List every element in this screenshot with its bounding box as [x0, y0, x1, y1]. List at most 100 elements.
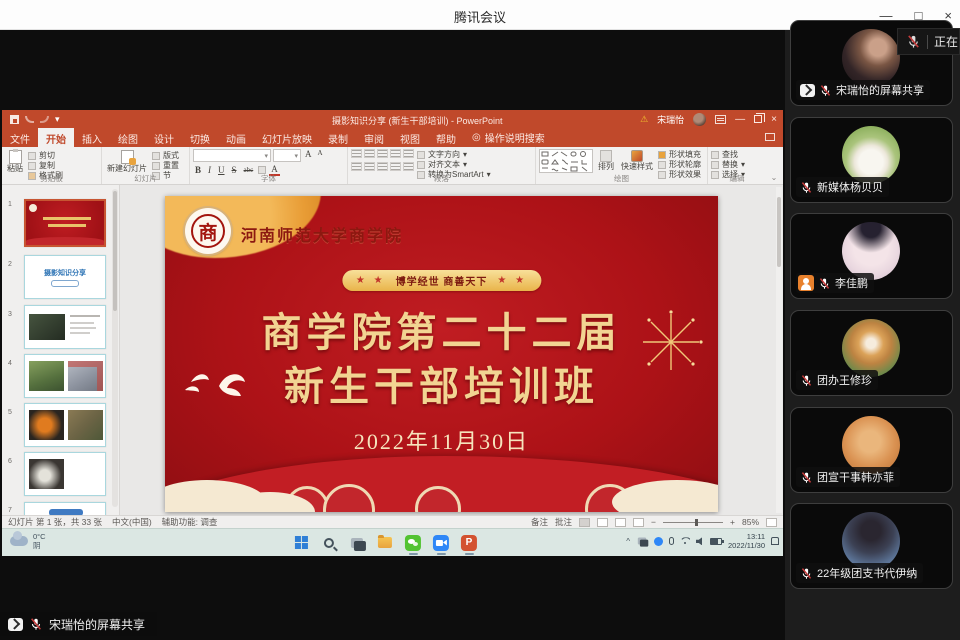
participant-tile-6[interactable]: 22年级团支书代伊纳 — [790, 503, 953, 589]
battery-icon[interactable] — [710, 538, 722, 545]
tray-meeting-icon[interactable] — [654, 537, 663, 546]
taskbar-clock[interactable]: 13:112022/11/30 — [728, 532, 765, 551]
arrange-button[interactable]: 排列 — [596, 149, 616, 175]
align-left-icon[interactable] — [351, 162, 362, 171]
powerpoint-button[interactable]: P — [458, 532, 479, 553]
language-indicator[interactable]: 中文(中国) — [112, 516, 152, 528]
canvas-scrollbar[interactable] — [776, 187, 782, 513]
align-text-button[interactable]: 对齐文本▾ — [417, 160, 491, 169]
notes-button[interactable]: 备注 — [531, 516, 548, 528]
indent-increase-icon[interactable] — [390, 149, 401, 158]
participant-tile-2[interactable]: 新媒体杨贝贝 — [790, 117, 953, 203]
slide-thumb-5[interactable] — [24, 403, 106, 447]
qat-dropdown-icon[interactable]: ▾ — [55, 114, 60, 125]
cut-button[interactable]: 剪切 — [28, 151, 63, 160]
slide-thumb-1[interactable] — [24, 199, 106, 247]
redo-icon[interactable] — [40, 116, 49, 123]
slide-thumb-3[interactable] — [24, 305, 106, 349]
ppt-account-avatar[interactable] — [693, 113, 706, 126]
slide-thumb-7[interactable] — [24, 502, 106, 515]
weather-widget[interactable]: 0°C阴 — [10, 532, 46, 551]
copy-button[interactable]: 复制 — [28, 161, 63, 170]
thumb-number: 5 — [8, 409, 12, 416]
indent-decrease-icon[interactable] — [377, 149, 388, 158]
reset-button[interactable]: 重置 — [152, 161, 179, 170]
thumbnail-scrollbar[interactable] — [112, 189, 118, 507]
font-size-box[interactable]: ▾ — [273, 149, 301, 162]
wechat-button[interactable] — [402, 532, 423, 553]
comments-button[interactable]: 批注 — [555, 516, 572, 528]
tray-app-icon[interactable] — [638, 538, 646, 545]
task-view-button[interactable] — [346, 532, 367, 553]
slide-thumb-4[interactable] — [24, 354, 106, 398]
tab-record[interactable]: 录制 — [320, 128, 356, 147]
file-explorer-button[interactable] — [374, 532, 395, 553]
shape-outline-button[interactable]: 形状轮廓 — [658, 160, 701, 169]
tab-design[interactable]: 设计 — [146, 128, 182, 147]
taskbar-search-button[interactable] — [318, 532, 339, 553]
save-icon[interactable] — [10, 115, 19, 124]
start-button[interactable] — [290, 532, 311, 553]
participant-tile-4[interactable]: 团办王修珍 — [790, 310, 953, 396]
wifi-icon[interactable] — [680, 537, 690, 545]
volume-icon[interactable] — [696, 537, 704, 545]
hidden-icons-chevron[interactable]: ^ — [626, 537, 630, 546]
quick-styles-button[interactable]: 快速样式 — [619, 149, 655, 175]
shapes-gallery[interactable] — [539, 149, 593, 173]
tab-view[interactable]: 视图 — [392, 128, 428, 147]
accessibility-status[interactable]: 辅助功能: 调查 — [162, 516, 218, 528]
replace-button[interactable]: 替换▾ — [711, 160, 763, 169]
tab-transitions[interactable]: 切换 — [182, 128, 218, 147]
slide-sorter-icon[interactable] — [597, 518, 608, 527]
tab-animations[interactable]: 动画 — [218, 128, 254, 147]
layout-button[interactable]: 版式 — [152, 151, 179, 160]
tab-file[interactable]: 文件 — [2, 128, 38, 147]
columns-icon[interactable] — [403, 162, 414, 171]
reading-view-icon[interactable] — [615, 518, 626, 527]
zoom-slider[interactable] — [663, 522, 723, 523]
grow-font-button[interactable]: A — [303, 149, 314, 162]
tab-help[interactable]: 帮助 — [428, 128, 464, 147]
text-direction-button[interactable]: 文字方向▾ — [417, 150, 491, 159]
ppt-close-button[interactable]: × — [771, 114, 777, 125]
meeting-app-button[interactable] — [430, 532, 451, 553]
participant-tile-5[interactable]: 团宣干事韩亦菲 — [790, 407, 953, 493]
ppt-minimize-button[interactable]: — — [735, 114, 745, 125]
ribbon-share-icon[interactable] — [765, 133, 775, 141]
font-name-box[interactable]: ▾ — [193, 149, 271, 162]
ppt-restore-button[interactable] — [754, 115, 762, 123]
participant-tile-3[interactable]: 李佳鹏 — [790, 213, 953, 299]
collapse-ribbon-icon[interactable]: ⌄ — [766, 147, 782, 184]
slide-thumb-6[interactable] — [24, 452, 106, 496]
zoom-percent[interactable]: 85% — [742, 517, 759, 527]
numbering-icon[interactable] — [364, 149, 375, 158]
tab-review[interactable]: 审阅 — [356, 128, 392, 147]
shrink-font-button[interactable]: A — [316, 149, 325, 162]
normal-view-icon[interactable] — [579, 518, 590, 527]
undo-icon[interactable] — [25, 116, 34, 123]
shape-fill-button[interactable]: 形状填充 — [658, 150, 701, 159]
tray-mic-icon[interactable] — [669, 537, 674, 545]
align-center-icon[interactable] — [364, 162, 375, 171]
ribbon-display-icon[interactable] — [715, 115, 726, 124]
tab-home[interactable]: 开始 — [38, 128, 74, 147]
bullets-icon[interactable] — [351, 149, 362, 158]
slide-thumbnail-panel[interactable]: 1 2 摄影知识分享 3 — [2, 185, 120, 515]
new-slide-button[interactable]: 新建幻灯片 — [105, 149, 149, 175]
slide-thumb-2[interactable]: 摄影知识分享 — [24, 255, 106, 299]
find-button[interactable]: 查找 — [711, 150, 763, 159]
fit-to-window-icon[interactable] — [766, 518, 777, 527]
tab-draw[interactable]: 绘图 — [110, 128, 146, 147]
line-spacing-icon[interactable] — [403, 149, 414, 158]
align-right-icon[interactable] — [377, 162, 388, 171]
justify-icon[interactable] — [390, 162, 401, 171]
zoom-out-button[interactable]: − — [651, 517, 656, 527]
tellme-search[interactable]: ◎ 操作说明搜索 — [464, 128, 553, 147]
slideshow-icon[interactable] — [633, 518, 644, 527]
tab-slideshow[interactable]: 幻灯片放映 — [254, 128, 320, 147]
ppt-account-name[interactable]: 宋瑞怡 — [657, 113, 684, 126]
tab-insert[interactable]: 插入 — [74, 128, 110, 147]
zoom-in-button[interactable]: + — [730, 517, 735, 527]
paste-button[interactable]: 粘贴 — [5, 149, 25, 175]
notification-icon[interactable] — [771, 537, 779, 545]
